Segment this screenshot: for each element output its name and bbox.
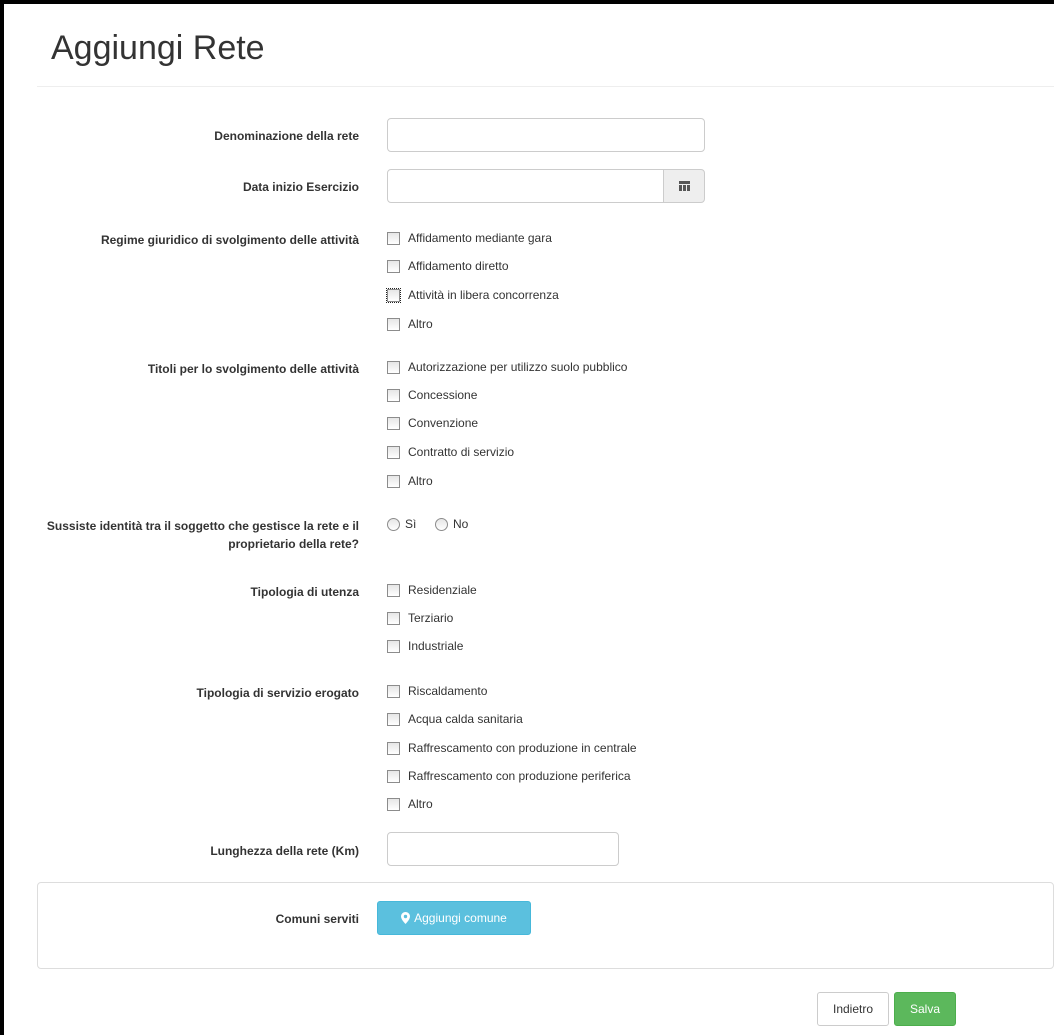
option-label: Riscaldamento xyxy=(408,684,488,698)
radio-si[interactable] xyxy=(387,518,400,531)
checkbox[interactable] xyxy=(387,232,400,245)
regime-label: Regime giuridico di svolgimento delle at… xyxy=(100,233,359,247)
option-label: Concessione xyxy=(408,388,478,402)
option-label: Residenziale xyxy=(408,583,477,597)
option-label: Acqua calda sanitaria xyxy=(408,712,523,726)
checkbox[interactable] xyxy=(386,288,401,303)
checkbox[interactable] xyxy=(387,713,400,726)
date-picker-button[interactable] xyxy=(663,169,705,203)
radio-no-label: No xyxy=(453,517,469,531)
radio-si-label: Sì xyxy=(405,517,417,531)
map-marker-icon xyxy=(401,912,411,924)
add-comune-button[interactable]: Aggiungi comune xyxy=(377,901,531,935)
checkbox[interactable] xyxy=(387,685,400,698)
option-label: Autorizzazione per utilizzo suolo pubbli… xyxy=(408,360,628,374)
checkbox[interactable] xyxy=(387,584,400,597)
checkbox[interactable] xyxy=(387,361,400,374)
identita-radio-group: Sì No xyxy=(387,517,477,533)
denominazione-input[interactable] xyxy=(387,118,705,152)
window-frame-left xyxy=(0,0,4,1035)
option-label: Industriale xyxy=(408,639,464,653)
comuni-label: Comuni serviti xyxy=(275,912,359,926)
option-label: Altro xyxy=(408,317,433,331)
option-label: Raffrescamento con produzione periferica xyxy=(408,769,631,783)
title-divider xyxy=(37,86,1054,87)
option-label: Altro xyxy=(408,797,433,811)
option-label: Attività in libera concorrenza xyxy=(408,288,559,302)
checkbox[interactable] xyxy=(387,798,400,811)
checkbox[interactable] xyxy=(387,318,400,331)
save-button[interactable]: Salva xyxy=(894,992,956,1026)
identita-label: Sussiste identità tra il soggetto che ge… xyxy=(46,519,359,551)
calendar-icon xyxy=(679,181,690,191)
denominazione-label: Denominazione della rete xyxy=(214,129,359,143)
checkbox[interactable] xyxy=(387,612,400,625)
option-label: Raffrescamento con produzione in central… xyxy=(408,741,637,755)
option-label: Affidamento mediante gara xyxy=(408,231,552,245)
data-inizio-input[interactable] xyxy=(387,169,664,203)
utenza-label: Tipologia di utenza xyxy=(250,585,359,599)
option-label: Contratto di servizio xyxy=(408,445,515,459)
option-label: Terziario xyxy=(408,611,454,625)
servizio-label: Tipologia di servizio erogato xyxy=(196,686,359,700)
data-inizio-label: Data inizio Esercizio xyxy=(242,180,359,194)
checkbox[interactable] xyxy=(387,446,400,459)
checkbox[interactable] xyxy=(387,417,400,430)
lunghezza-label: Lunghezza della rete (Km) xyxy=(210,844,359,858)
checkbox[interactable] xyxy=(387,640,400,653)
page-title: Aggiungi Rete xyxy=(51,29,265,67)
option-label: Affidamento diretto xyxy=(408,259,509,273)
checkbox[interactable] xyxy=(387,260,400,273)
checkbox[interactable] xyxy=(387,742,400,755)
window-frame-top xyxy=(0,0,1054,4)
back-button[interactable]: Indietro xyxy=(817,992,889,1026)
titoli-label: Titoli per lo svolgimento delle attività xyxy=(147,362,359,376)
option-label: Convenzione xyxy=(408,416,479,430)
lunghezza-input[interactable] xyxy=(387,832,619,866)
add-comune-label: Aggiungi comune xyxy=(414,911,507,925)
option-label: Altro xyxy=(408,474,433,488)
checkbox[interactable] xyxy=(387,389,400,402)
radio-no[interactable] xyxy=(435,518,448,531)
checkbox[interactable] xyxy=(387,475,400,488)
checkbox[interactable] xyxy=(387,770,400,783)
